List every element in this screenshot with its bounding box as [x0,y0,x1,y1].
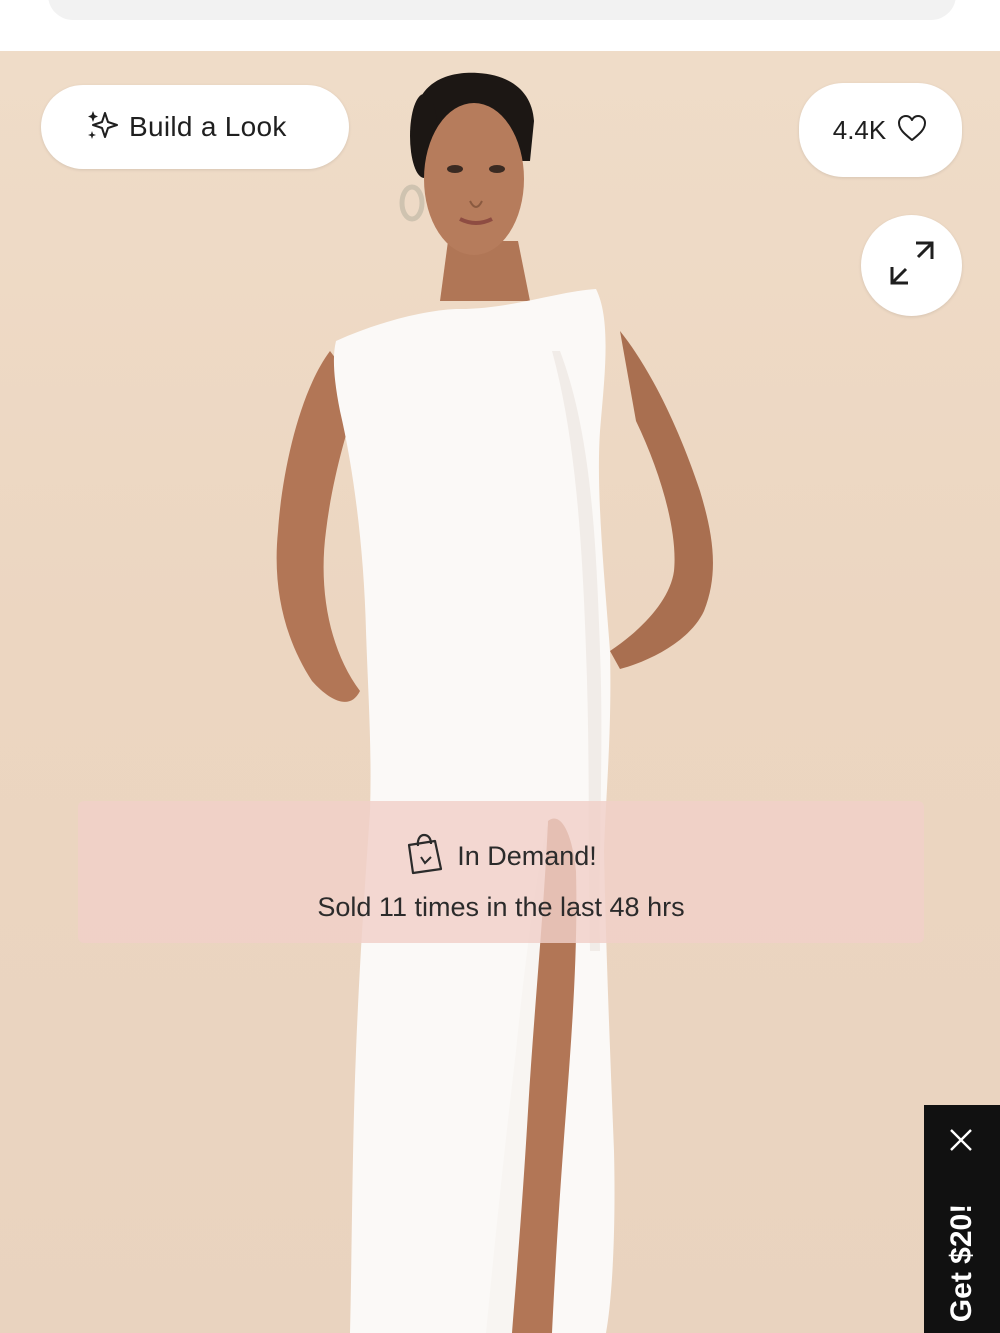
in-demand-title: In Demand! [457,841,597,871]
build-a-look-label: Build a Look [129,111,287,142]
expand-icon [886,237,938,294]
in-demand-subtitle: Sold 11 times in the last 48 hrs [317,892,685,922]
product-photo [276,72,713,1333]
product-image-gallery[interactable]: Build a Look 4.4K In Demand! Sold 11 tim… [0,51,1000,1333]
product-page: Build a Look 4.4K In Demand! Sold 11 tim… [0,0,1000,1333]
expand-image-button[interactable] [861,215,962,316]
sparkles-icon [85,107,121,148]
promo-tab[interactable]: Get $20! [924,1105,1000,1333]
close-icon[interactable] [948,1127,974,1158]
wishlist-count: 4.4K [832,114,887,145]
heart-icon [896,113,928,148]
in-demand-banner: In Demand! Sold 11 times in the last 48 … [78,801,924,943]
promo-label[interactable]: Get $20! [945,1204,979,1322]
wishlist-button[interactable]: 4.4K [799,83,962,177]
build-a-look-button[interactable]: Build a Look [41,85,349,169]
shopping-bag-icon [405,833,445,880]
search-bar[interactable] [48,0,956,20]
